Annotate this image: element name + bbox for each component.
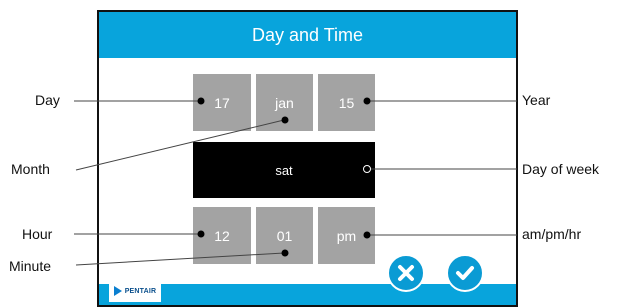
- year-callout: Year: [522, 92, 551, 108]
- minute-leader-line: [75, 252, 285, 266]
- month-callout: Month: [11, 161, 50, 177]
- day-of-week-marker: [363, 165, 371, 173]
- ampm-callout: am/pm/hr: [522, 226, 582, 242]
- callout-lines: [74, 97, 517, 266]
- year-marker: [363, 97, 371, 105]
- ampm-marker: [363, 231, 371, 239]
- day-marker: [197, 97, 205, 105]
- hour-callout: Hour: [22, 226, 53, 242]
- month-marker: [281, 116, 289, 124]
- minute-callout: Minute: [9, 258, 52, 274]
- day-of-week-callout: Day of week: [522, 161, 600, 177]
- minute-marker: [281, 249, 289, 257]
- hour-marker: [197, 230, 205, 238]
- day-callout: Day: [35, 92, 60, 108]
- month-leader-line: [75, 119, 285, 171]
